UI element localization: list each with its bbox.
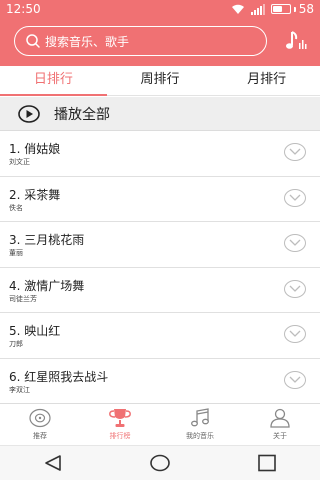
song-title: 6. 红星照我去战斗 <box>9 369 109 384</box>
song-row[interactable]: 1. 俏姑娘 刘文正 <box>0 131 320 177</box>
song-title: 1. 俏姑娘 <box>9 142 61 156</box>
bottom-nav: 推荐 排行榜 我的音乐 关于 <box>0 403 320 445</box>
chevron-down-icon <box>289 194 301 201</box>
song-artist: 董丽 <box>9 249 23 257</box>
tab-weekly[interactable]: 周排行 <box>107 66 214 95</box>
app-header: 搜索音乐、歌手 <box>0 18 320 66</box>
play-circle-icon <box>18 104 40 123</box>
signal-icon <box>250 3 265 15</box>
search-placeholder: 搜索音乐、歌手 <box>45 34 130 49</box>
tab-monthly[interactable]: 月排行 <box>213 66 320 95</box>
song-row[interactable]: 3. 三月桃花雨 董丽 <box>0 222 320 268</box>
back-icon[interactable] <box>43 454 63 472</box>
song-row[interactable]: 2. 采茶舞 佚名 <box>0 177 320 222</box>
song-row[interactable]: 5. 映山红 刀郎 <box>0 313 320 359</box>
song-artist: 刀郎 <box>9 340 23 348</box>
nav-item-recommend[interactable]: 推荐 <box>0 404 80 445</box>
play-all-label: 播放全部 <box>54 106 110 123</box>
status-time: 12:50 <box>6 2 41 16</box>
tab-daily[interactable]: 日排行 <box>0 66 107 96</box>
battery-icon <box>270 4 291 14</box>
user-icon <box>270 408 290 428</box>
expand-button[interactable] <box>284 188 306 207</box>
nav-item-my-music[interactable]: 我的音乐 <box>160 404 240 445</box>
chevron-down-icon <box>289 376 301 383</box>
song-title: 5. 映山红 <box>9 324 61 338</box>
system-nav-bar <box>0 445 320 480</box>
expand-button[interactable] <box>284 143 306 161</box>
song-title: 4. 激情广场舞 <box>9 278 85 293</box>
nav-label: 我的音乐 <box>186 432 214 440</box>
disc-icon <box>29 408 51 428</box>
ranking-tabs: 日排行 周排行 月排行 <box>0 66 320 96</box>
now-playing-icon[interactable] <box>282 28 310 56</box>
wifi-icon <box>231 4 244 14</box>
status-bar: 12:50 58 <box>0 0 320 18</box>
song-artist: 李双江 <box>9 385 30 394</box>
expand-button[interactable] <box>284 279 306 298</box>
chevron-down-icon <box>289 330 301 337</box>
song-title: 3. 三月桃花雨 <box>9 233 85 247</box>
song-row[interactable]: 6. 红星照我去战斗 李双江 <box>0 359 320 404</box>
expand-button[interactable] <box>284 370 306 389</box>
expand-button[interactable] <box>284 325 306 343</box>
search-input[interactable]: 搜索音乐、歌手 <box>14 26 267 56</box>
play-all-button[interactable]: 播放全部 <box>0 97 320 131</box>
battery-percent: 58 <box>298 2 314 16</box>
song-artist: 司徒兰芳 <box>9 294 37 303</box>
nav-label: 关于 <box>273 432 287 440</box>
chevron-down-icon <box>289 239 301 246</box>
trophy-icon <box>109 409 131 427</box>
nav-label: 推荐 <box>33 432 47 440</box>
battery-indicator: 58 <box>270 2 314 16</box>
song-artist: 刘文正 <box>9 158 30 166</box>
expand-button[interactable] <box>284 234 306 252</box>
nav-item-ranking[interactable]: 排行榜 <box>80 404 160 445</box>
nav-label: 排行榜 <box>109 432 131 440</box>
status-icons: 58 <box>231 2 314 16</box>
search-icon <box>26 34 40 48</box>
song-list: 1. 俏姑娘 刘文正 2. 采茶舞 佚名 3. 三月桃花雨 董丽 4. 激情广场… <box>0 131 320 404</box>
recent-apps-icon[interactable] <box>257 454 277 472</box>
nav-item-about[interactable]: 关于 <box>240 404 320 445</box>
chevron-down-icon <box>289 285 301 292</box>
song-title: 2. 采茶舞 <box>9 187 61 202</box>
song-artist: 佚名 <box>9 203 23 212</box>
song-row[interactable]: 4. 激情广场舞 司徒兰芳 <box>0 268 320 313</box>
chevron-down-icon <box>289 148 301 155</box>
music-note-icon <box>191 408 209 427</box>
home-icon[interactable] <box>149 454 171 472</box>
